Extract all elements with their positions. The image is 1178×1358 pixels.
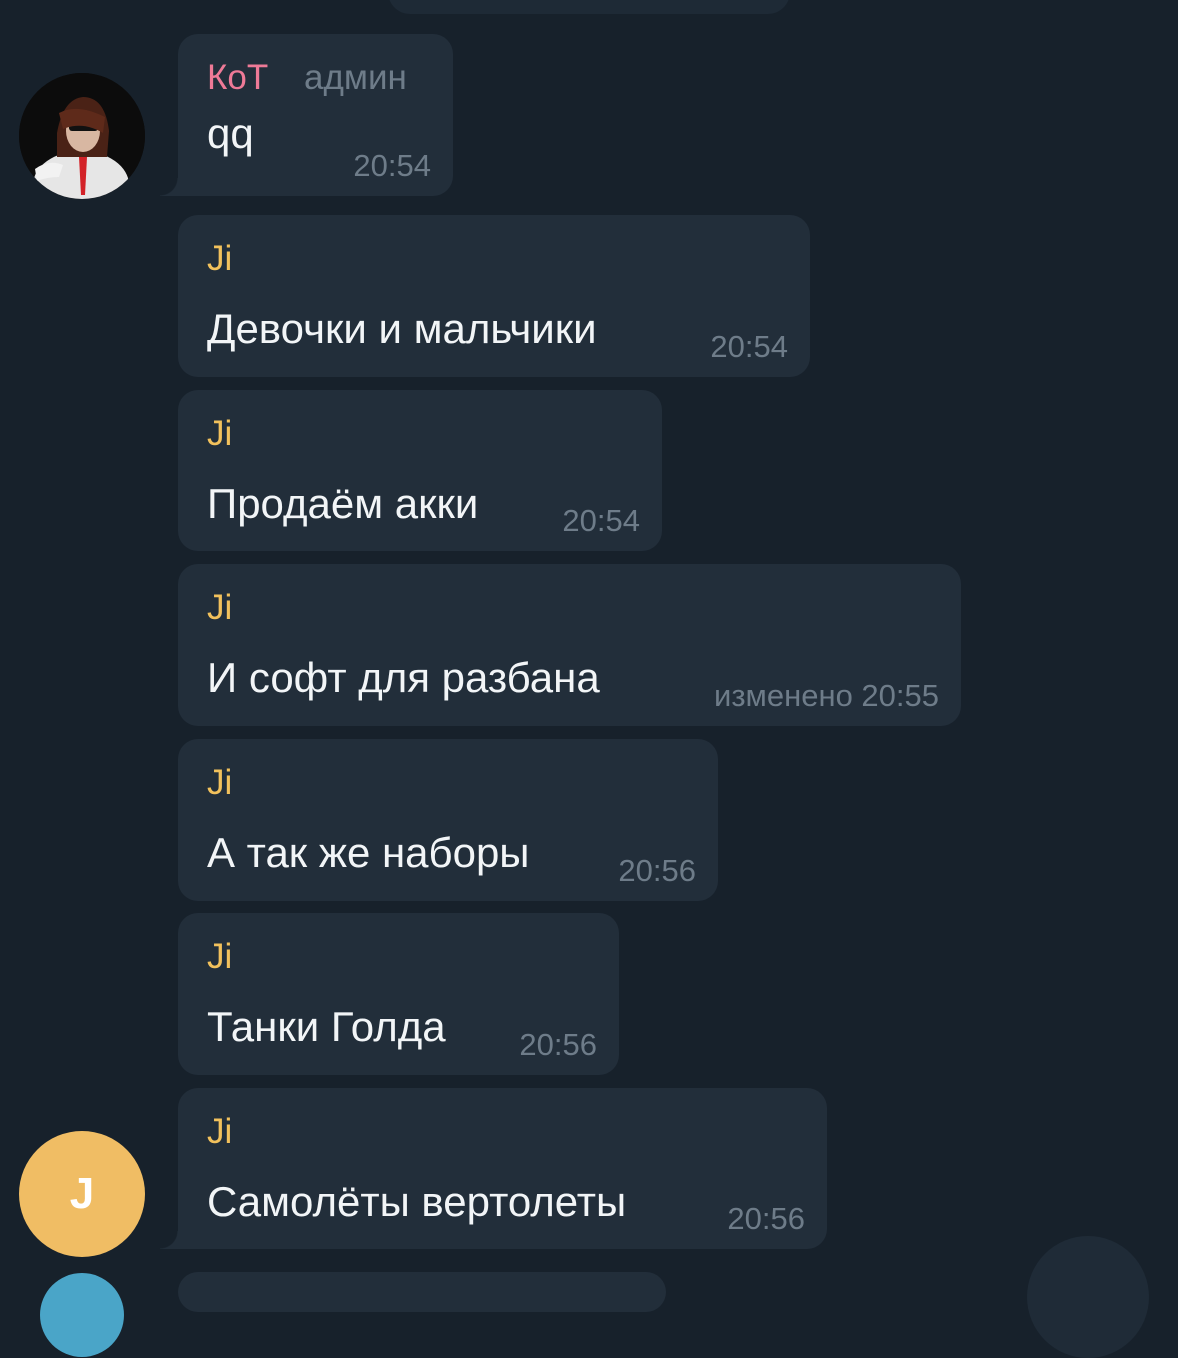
message-bubble-kot[interactable]: КоТ админ qq 20:54: [160, 34, 453, 196]
message-bubble[interactable]: Ji Продаём акки 20:54: [178, 390, 662, 551]
message-edited-time: изменено 20:55: [714, 678, 939, 713]
message-text: И софт для разбана: [207, 654, 600, 701]
sender-name[interactable]: Ji: [207, 412, 232, 456]
message-time: 20:54: [353, 148, 431, 183]
message-time: 20:56: [519, 1027, 597, 1062]
sender-name[interactable]: Ji: [207, 761, 232, 805]
message-bubble[interactable]: Ji Самолёты вертолеты 20:56: [160, 1088, 827, 1249]
message-time: 20:54: [562, 503, 640, 538]
date-header-pill: [388, 0, 790, 14]
sender-name[interactable]: Ji: [207, 586, 232, 630]
kot-avatar[interactable]: [19, 73, 145, 199]
message-bubble[interactable]: Ji Танки Голда 20:56: [178, 913, 619, 1075]
message-bubble[interactable]: Ji Девочки и мальчики 20:54: [178, 215, 810, 377]
next-avatar[interactable]: [40, 1273, 124, 1357]
message-bubble[interactable]: Ji И софт для разбана изменено 20:55: [178, 564, 961, 726]
message-time: 20:56: [618, 853, 696, 888]
message-bubble[interactable]: Ji А так же наборы 20:56: [178, 739, 718, 901]
message-text: Продаём акки: [207, 480, 479, 527]
admin-badge: админ: [304, 58, 407, 97]
message-time: 20:56: [727, 1201, 805, 1236]
message-text: qq: [207, 110, 254, 157]
scroll-down-button[interactable]: [1027, 1236, 1149, 1358]
message-text: Танки Голда: [207, 1003, 446, 1050]
next-message-bubble[interactable]: [178, 1272, 666, 1312]
message-text: А так же наборы: [207, 829, 530, 876]
sender-name[interactable]: Ji: [207, 237, 232, 281]
sender-name[interactable]: КоТ: [207, 56, 268, 100]
ji-avatar[interactable]: J: [19, 1131, 145, 1257]
user-photo-icon: [19, 73, 145, 199]
sender-name[interactable]: Ji: [207, 935, 232, 979]
message-time: 20:54: [710, 329, 788, 364]
message-text: Девочки и мальчики: [207, 305, 597, 352]
message-text: Самолёты вертолеты: [207, 1178, 627, 1225]
sender-name[interactable]: Ji: [207, 1110, 232, 1154]
